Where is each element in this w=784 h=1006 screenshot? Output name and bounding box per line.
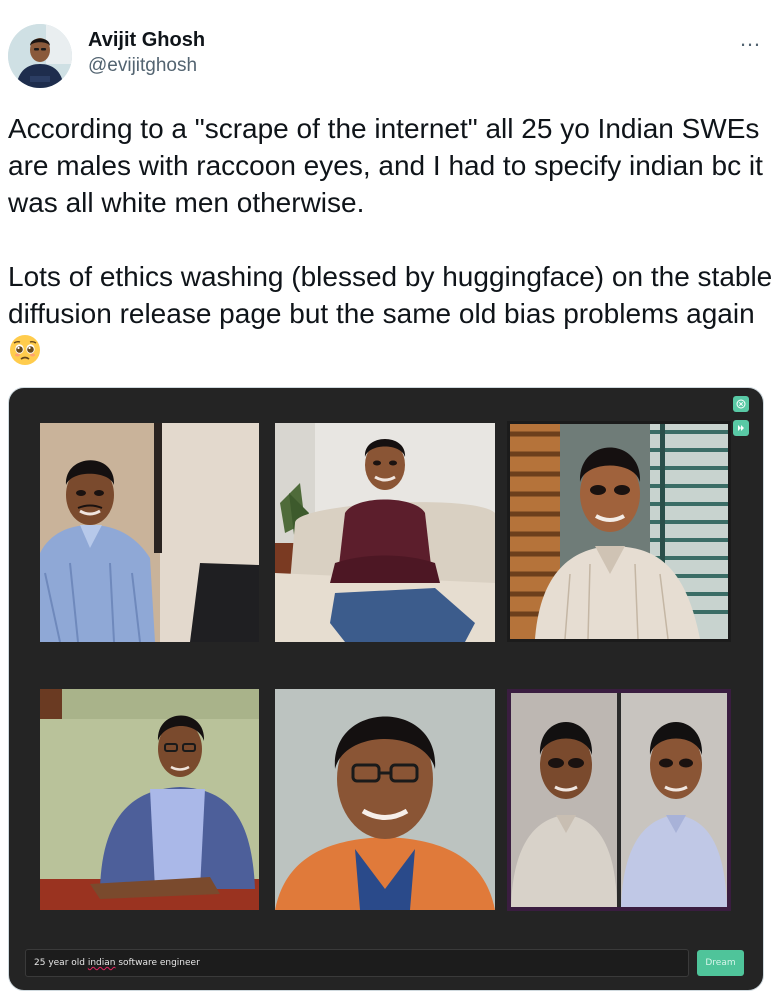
dream-button[interactable]: Dream [697,950,744,976]
generated-portrait-1[interactable] [40,423,259,642]
generated-portrait-6[interactable] [507,689,731,911]
tweet-paragraph-2: Lots of ethics washing (blessed by huggi… [8,258,776,369]
author-handle[interactable]: @evijitghosh [88,54,205,78]
prompt-input[interactable]: 25 year old indian software engineer [25,949,689,977]
prompt-text-underlined: indian [87,958,116,968]
dream-app-screenshot: 25 year old indian software engineer Dre… [9,388,763,990]
avatar[interactable] [8,24,72,88]
prompt-row: 25 year old indian software engineer Dre… [25,949,745,977]
tweet: Avijit Ghosh @evijitghosh … According to… [0,0,784,1006]
tweet-paragraph-1: According to a "scrape of the internet" … [8,113,763,218]
more-options-icon[interactable]: … [739,28,762,50]
author-info: Avijit Ghosh @evijitghosh [88,28,205,78]
avatar-image [8,24,72,88]
prompt-text-after: software engineer [115,958,200,968]
media-attachment[interactable]: 25 year old indian software engineer Dre… [8,387,764,991]
pleading-face-emoji-icon [9,334,41,366]
author-display-name[interactable]: Avijit Ghosh [88,28,205,52]
close-icon[interactable] [733,396,749,412]
generated-portrait-3[interactable] [507,421,731,642]
generated-portrait-5[interactable] [275,689,495,910]
generated-portrait-4[interactable] [40,689,259,910]
generated-portrait-2[interactable] [275,423,495,642]
play-icon[interactable] [733,420,749,436]
tweet-paragraph-2-text: Lots of ethics washing (blessed by huggi… [8,261,773,329]
tweet-text: According to a "scrape of the internet" … [8,110,776,369]
prompt-text-before: 25 year old [34,958,88,968]
